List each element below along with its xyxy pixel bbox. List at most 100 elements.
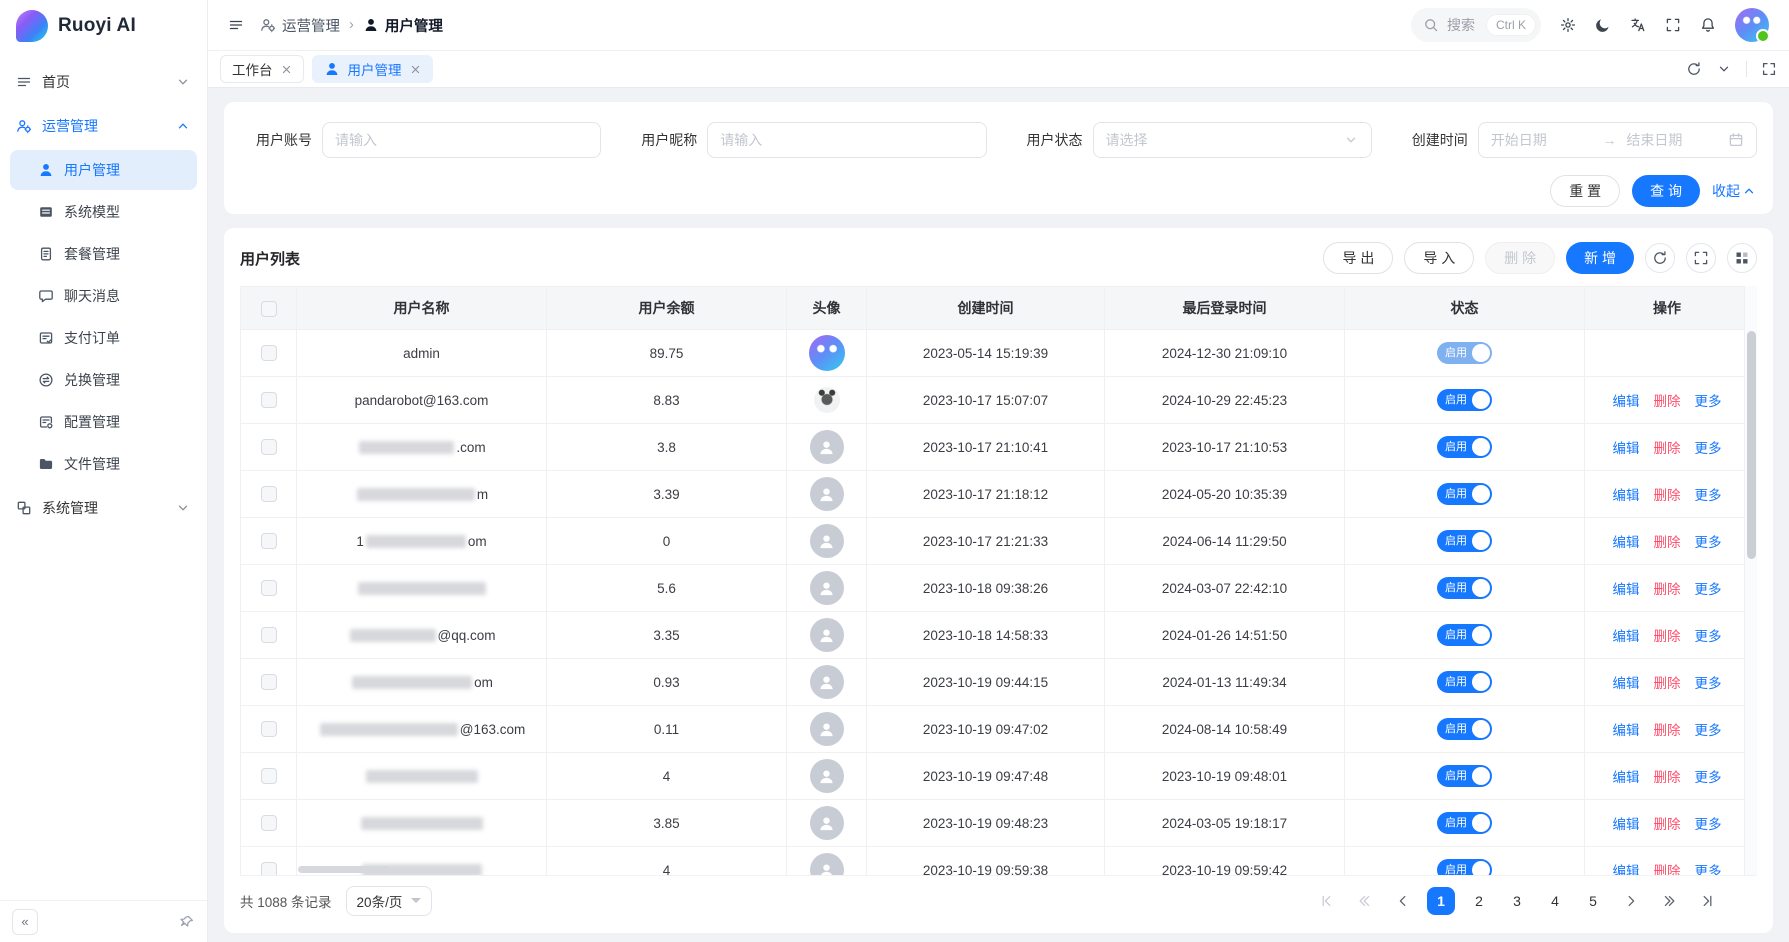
sidebar-subitem[interactable]: 套餐管理 bbox=[10, 234, 197, 274]
prev-page-button[interactable] bbox=[1389, 887, 1417, 915]
more-link[interactable]: 更多 bbox=[1695, 629, 1722, 644]
first-page-button[interactable] bbox=[1313, 887, 1341, 915]
settings-gear-icon[interactable] bbox=[1560, 17, 1576, 33]
breadcrumb-item[interactable]: 运营管理 bbox=[260, 15, 340, 36]
edit-link[interactable]: 编辑 bbox=[1613, 535, 1640, 550]
close-icon[interactable] bbox=[410, 64, 421, 75]
status-toggle[interactable]: 启用 bbox=[1437, 718, 1492, 740]
row-checkbox[interactable] bbox=[261, 392, 277, 408]
delete-link[interactable]: 删除 bbox=[1654, 817, 1681, 832]
logo[interactable]: Ruoyi AI bbox=[0, 0, 207, 52]
status-toggle[interactable]: 启用 bbox=[1437, 765, 1492, 787]
sidebar-subitem[interactable]: 用户管理 bbox=[10, 150, 197, 190]
horizontal-scrollbar-thumb[interactable] bbox=[298, 866, 390, 873]
sidebar-subitem[interactable]: 文件管理 bbox=[10, 444, 197, 484]
status-select[interactable]: 请选择 bbox=[1093, 122, 1372, 158]
column-settings-icon[interactable] bbox=[1727, 243, 1757, 273]
row-checkbox[interactable] bbox=[261, 533, 277, 549]
status-toggle[interactable]: 启用 bbox=[1437, 530, 1492, 552]
status-toggle[interactable]: 启用 bbox=[1437, 671, 1492, 693]
row-checkbox[interactable] bbox=[261, 768, 277, 784]
date-range-picker[interactable]: 开始日期 → 结束日期 bbox=[1478, 122, 1757, 158]
sidebar-subitem[interactable]: 配置管理 bbox=[10, 402, 197, 442]
row-checkbox[interactable] bbox=[261, 580, 277, 596]
more-link[interactable]: 更多 bbox=[1695, 817, 1722, 832]
global-search[interactable]: 搜索 Ctrl K bbox=[1411, 8, 1541, 42]
sidebar-subitem[interactable]: 兑换管理 bbox=[10, 360, 197, 400]
edit-link[interactable]: 编辑 bbox=[1613, 441, 1640, 456]
sidebar-subitem[interactable]: 支付订单 bbox=[10, 318, 197, 358]
page-number-button[interactable]: 3 bbox=[1503, 887, 1531, 915]
delete-link[interactable]: 删除 bbox=[1654, 723, 1681, 738]
delete-link[interactable]: 删除 bbox=[1654, 441, 1681, 456]
dark-mode-moon-icon[interactable] bbox=[1595, 17, 1611, 33]
delete-link[interactable]: 删除 bbox=[1654, 582, 1681, 597]
select-all-checkbox[interactable] bbox=[261, 301, 277, 317]
more-link[interactable]: 更多 bbox=[1695, 770, 1722, 785]
status-toggle[interactable]: 启用 bbox=[1437, 436, 1492, 458]
edit-link[interactable]: 编辑 bbox=[1613, 770, 1640, 785]
add-button[interactable]: 新 增 bbox=[1566, 242, 1634, 274]
language-translate-icon[interactable] bbox=[1630, 17, 1646, 33]
menu-toggle-icon[interactable] bbox=[228, 17, 244, 33]
pin-icon[interactable] bbox=[179, 914, 195, 930]
delete-link[interactable]: 删除 bbox=[1654, 488, 1681, 503]
export-button[interactable]: 导 出 bbox=[1323, 242, 1393, 274]
sidebar-subitem[interactable]: 聊天消息 bbox=[10, 276, 197, 316]
edit-link[interactable]: 编辑 bbox=[1613, 629, 1640, 644]
last-page-button[interactable] bbox=[1693, 887, 1721, 915]
page-number-button[interactable]: 2 bbox=[1465, 887, 1493, 915]
more-link[interactable]: 更多 bbox=[1695, 488, 1722, 503]
next-group-button[interactable] bbox=[1655, 887, 1683, 915]
row-checkbox[interactable] bbox=[261, 345, 277, 361]
more-link[interactable]: 更多 bbox=[1695, 582, 1722, 597]
refresh-icon[interactable] bbox=[1645, 243, 1675, 273]
status-toggle[interactable]: 启用 bbox=[1437, 624, 1492, 646]
close-icon[interactable] bbox=[281, 64, 292, 75]
status-toggle[interactable]: 启用 bbox=[1437, 812, 1492, 834]
breadcrumb-item[interactable]: 用户管理 bbox=[363, 15, 443, 36]
status-toggle[interactable]: 启用 bbox=[1437, 577, 1492, 599]
status-toggle[interactable]: 启用 bbox=[1437, 342, 1492, 364]
sidebar-subitem[interactable]: 系统模型 bbox=[10, 192, 197, 232]
delete-link[interactable]: 删除 bbox=[1654, 394, 1681, 409]
sidebar-collapse-button[interactable]: « bbox=[12, 909, 38, 935]
row-checkbox[interactable] bbox=[261, 627, 277, 643]
next-page-button[interactable] bbox=[1617, 887, 1645, 915]
query-button[interactable]: 查 询 bbox=[1632, 175, 1700, 207]
page-number-button[interactable]: 5 bbox=[1579, 887, 1607, 915]
sidebar-item[interactable]: 系统管理 bbox=[0, 486, 207, 530]
edit-link[interactable]: 编辑 bbox=[1613, 676, 1640, 691]
vertical-scrollbar-thumb[interactable] bbox=[1747, 331, 1756, 559]
page-number-button[interactable]: 1 bbox=[1427, 887, 1455, 915]
nickname-input[interactable] bbox=[720, 132, 973, 148]
edit-link[interactable]: 编辑 bbox=[1613, 488, 1640, 503]
row-checkbox[interactable] bbox=[261, 815, 277, 831]
refresh-icon[interactable] bbox=[1686, 61, 1702, 77]
import-button[interactable]: 导 入 bbox=[1404, 242, 1474, 274]
expand-icon[interactable] bbox=[1761, 61, 1777, 77]
edit-link[interactable]: 编辑 bbox=[1613, 817, 1640, 832]
more-link[interactable]: 更多 bbox=[1695, 676, 1722, 691]
edit-link[interactable]: 编辑 bbox=[1613, 864, 1640, 875]
tab-item[interactable]: 工作台 bbox=[220, 55, 304, 83]
row-checkbox[interactable] bbox=[261, 862, 277, 875]
more-link[interactable]: 更多 bbox=[1695, 864, 1722, 875]
more-link[interactable]: 更多 bbox=[1695, 441, 1722, 456]
edit-link[interactable]: 编辑 bbox=[1613, 582, 1640, 597]
prev-group-button[interactable] bbox=[1351, 887, 1379, 915]
delete-link[interactable]: 删除 bbox=[1654, 629, 1681, 644]
reset-button[interactable]: 重 置 bbox=[1550, 175, 1620, 207]
chevron-down-icon[interactable] bbox=[1716, 61, 1732, 77]
status-toggle[interactable]: 启用 bbox=[1437, 859, 1492, 875]
page-number-button[interactable]: 4 bbox=[1541, 887, 1569, 915]
page-size-select[interactable]: 20条/页 bbox=[346, 886, 433, 916]
delete-link[interactable]: 删除 bbox=[1654, 770, 1681, 785]
delete-link[interactable]: 删除 bbox=[1654, 676, 1681, 691]
sidebar-item[interactable]: 运营管理 bbox=[0, 104, 207, 148]
status-toggle[interactable]: 启用 bbox=[1437, 389, 1492, 411]
fullscreen-icon[interactable] bbox=[1665, 17, 1681, 33]
delete-link[interactable]: 删除 bbox=[1654, 535, 1681, 550]
user-avatar[interactable] bbox=[1735, 8, 1769, 42]
row-checkbox[interactable] bbox=[261, 439, 277, 455]
